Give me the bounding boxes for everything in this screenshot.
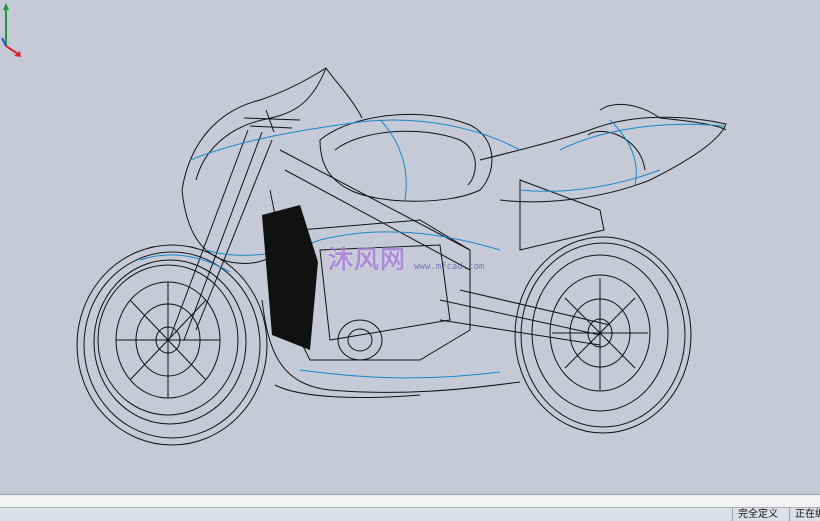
- front-wheel: [76, 244, 268, 446]
- definition-status: 完全定义: [732, 508, 789, 521]
- watermark-url: www.mfcad.com: [414, 262, 485, 272]
- graphics-viewport[interactable]: 沐风网 www.mfcad.com: [0, 0, 820, 494]
- reference-triad-icon: [1, 3, 21, 57]
- motorcycle-wireframe-model: [76, 67, 727, 446]
- rear-wheel: [514, 236, 692, 434]
- edit-status: 正在编: [789, 508, 820, 521]
- watermark-text: 沐风网: [328, 245, 407, 274]
- status-bar: 完全定义 正在编: [0, 507, 820, 521]
- feature-strip: [0, 494, 820, 508]
